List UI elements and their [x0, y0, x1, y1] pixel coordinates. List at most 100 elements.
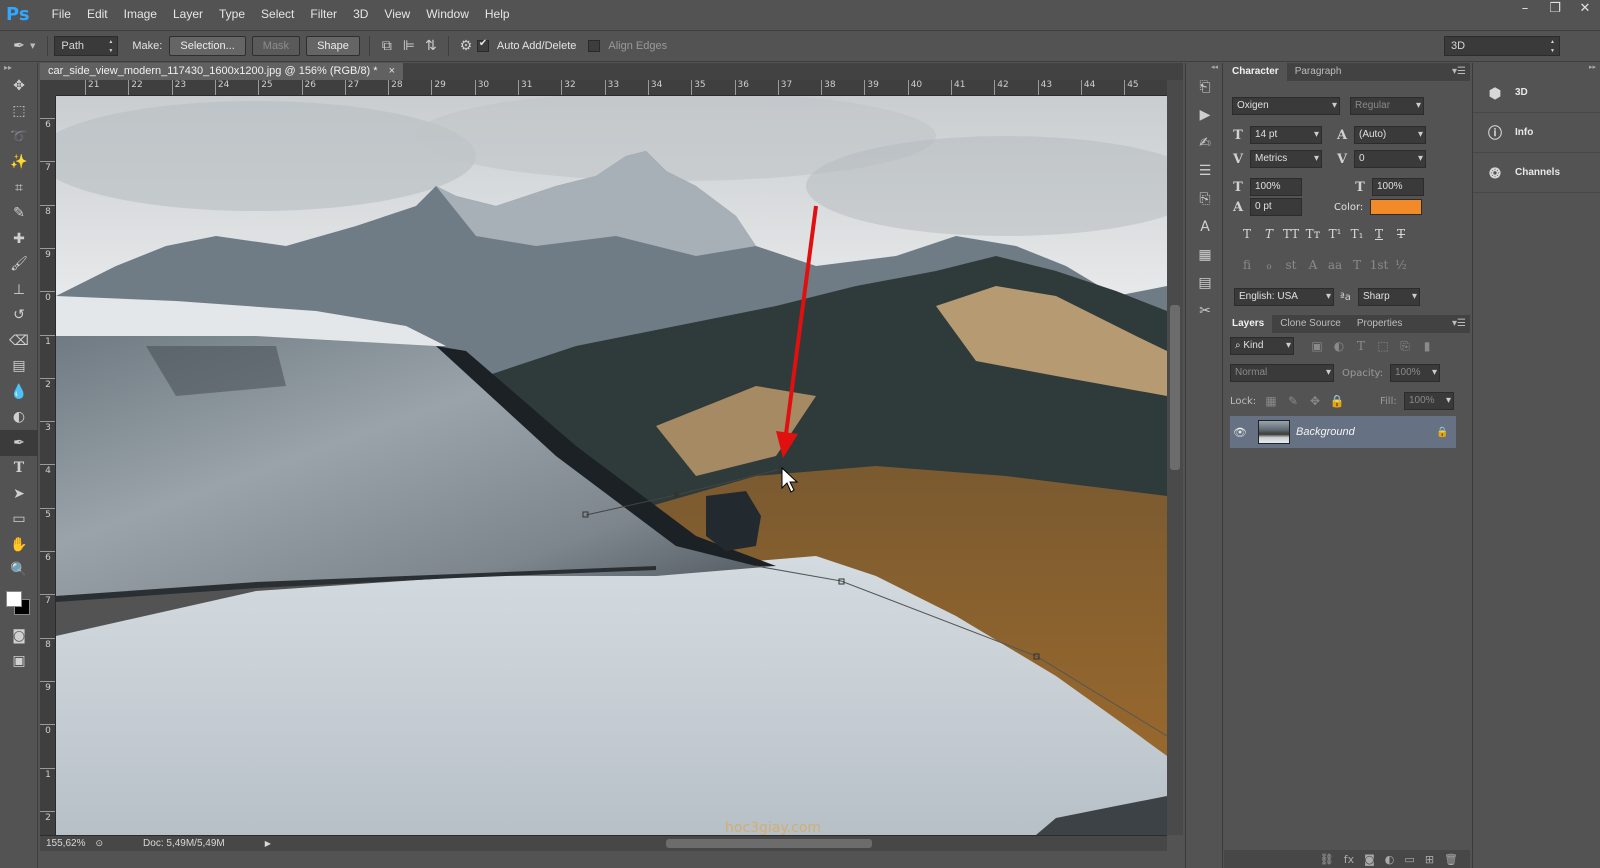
path-selection-tool-icon[interactable]: ➤: [0, 481, 38, 507]
lock-position-icon[interactable]: ✥: [1304, 394, 1326, 408]
text-color-swatch[interactable]: [1370, 199, 1422, 215]
crop-tool-icon[interactable]: ⌗: [0, 175, 38, 201]
make-shape-button[interactable]: Shape: [306, 36, 360, 56]
pen-tool-preset-icon[interactable]: ✒: [8, 35, 30, 57]
clone-source-panel-icon[interactable]: ⎘: [1186, 185, 1224, 213]
stylistic-alternates-button[interactable]: aa: [1324, 258, 1346, 272]
font-size-field[interactable]: 14 pt: [1250, 126, 1322, 144]
filter-shape-icon[interactable]: ⬚: [1372, 339, 1394, 353]
vertical-scrollbar[interactable]: [1167, 80, 1183, 835]
layer-filter-kind-dropdown[interactable]: ⌕ Kind: [1230, 337, 1294, 355]
lock-transparent-icon[interactable]: ▦: [1260, 394, 1282, 408]
status-info-icon[interactable]: ⊙: [95, 838, 103, 849]
restore-button[interactable]: ❐: [1540, 0, 1570, 20]
swash-button[interactable]: A: [1302, 258, 1324, 272]
add-mask-icon[interactable]: ◙: [1364, 853, 1375, 866]
history-panel-icon[interactable]: ⎗: [1186, 73, 1224, 101]
ruler-origin[interactable]: [40, 80, 56, 96]
hand-tool-icon[interactable]: ✋: [0, 532, 38, 558]
horizontal-scrollbar[interactable]: [290, 837, 1167, 849]
filter-adjustment-icon[interactable]: ◐: [1328, 339, 1350, 353]
discretionary-ligatures-button[interactable]: st: [1280, 258, 1302, 272]
font-style-dropdown[interactable]: Regular: [1350, 97, 1424, 115]
menu-3d[interactable]: 3D: [345, 0, 376, 28]
vertical-ruler[interactable]: 6 7 8 9 0 1 2 3 4 5 6 7 8 9 0 1 2: [40, 96, 56, 835]
tracking-field[interactable]: 0: [1354, 150, 1426, 168]
auto-add-delete-checkbox[interactable]: [476, 38, 489, 52]
menu-layer[interactable]: Layer: [165, 0, 211, 28]
tab-clone-source[interactable]: Clone Source: [1272, 315, 1349, 333]
new-group-icon[interactable]: ▭: [1404, 853, 1414, 866]
character-styles-icon[interactable]: A: [1186, 213, 1224, 241]
dock-collapse-icon[interactable]: ◂◂: [1186, 63, 1222, 73]
baseline-shift-field[interactable]: 0 pt: [1250, 198, 1302, 216]
ligatures-button[interactable]: fi: [1236, 258, 1258, 272]
kerning-field[interactable]: Metrics: [1250, 150, 1322, 168]
workspace-dropdown[interactable]: 3D: [1444, 36, 1560, 56]
menu-view[interactable]: View: [376, 0, 418, 28]
lock-image-icon[interactable]: ✎: [1282, 394, 1304, 408]
menu-edit[interactable]: Edit: [79, 0, 116, 28]
eraser-tool-icon[interactable]: ⌫: [0, 328, 38, 354]
gear-icon[interactable]: ⚙: [455, 35, 477, 57]
document-tab[interactable]: car_side_view_modern_117430_1600x1200.jp…: [40, 63, 404, 80]
clone-stamp-tool-icon[interactable]: ⊥: [0, 277, 38, 303]
gradient-tool-icon[interactable]: ▤: [0, 354, 38, 380]
eyedropper-tool-icon[interactable]: ✎: [0, 201, 38, 227]
magic-wand-tool-icon[interactable]: ✨: [0, 150, 38, 176]
faux-bold-button[interactable]: T: [1236, 227, 1258, 241]
panel-info[interactable]: ⓘ Info: [1473, 113, 1600, 153]
move-tool-icon[interactable]: ✥: [0, 73, 38, 99]
menu-image[interactable]: Image: [116, 0, 165, 28]
panel-menu-icon[interactable]: ▾☰: [1452, 63, 1466, 81]
opacity-field[interactable]: 100%: [1390, 364, 1440, 382]
type-tool-icon[interactable]: T: [0, 456, 38, 482]
tab-paragraph[interactable]: Paragraph: [1287, 63, 1350, 81]
underline-button[interactable]: T: [1368, 227, 1390, 241]
actions-panel-icon[interactable]: ▶: [1186, 101, 1224, 129]
brush-panel-icon[interactable]: ✍: [1186, 129, 1224, 157]
brush-tool-icon[interactable]: 🖌: [0, 252, 38, 278]
path-arrangement-icon[interactable]: ⇅: [420, 35, 442, 57]
horizontal-ruler[interactable]: 21 22 23 24 25 26 27 28 29 30 31 32 33 34 35 36 37 38 39 40…: [56, 80, 1167, 96]
ordinals-button[interactable]: 1st: [1368, 258, 1390, 272]
layer-row-background[interactable]: 👁 Background 🔒: [1230, 416, 1456, 448]
antialias-dropdown[interactable]: Sharp: [1358, 288, 1420, 306]
tab-character[interactable]: Character: [1224, 63, 1287, 81]
dodge-tool-icon[interactable]: ◐: [0, 405, 38, 431]
filter-toggle-icon[interactable]: ▮: [1416, 339, 1438, 353]
fractions-button[interactable]: ½: [1390, 258, 1412, 272]
close-document-icon[interactable]: ×: [389, 65, 395, 77]
menu-filter[interactable]: Filter: [302, 0, 345, 28]
link-layers-icon[interactable]: ⛓: [1320, 853, 1334, 866]
panel-channels[interactable]: ❂ Channels: [1473, 153, 1600, 193]
path-alignment-icon[interactable]: ⊫: [398, 35, 420, 57]
horizontal-scroll-thumb[interactable]: [666, 839, 872, 848]
lasso-tool-icon[interactable]: ➰: [0, 124, 38, 150]
leading-field[interactable]: (Auto): [1354, 126, 1426, 144]
tab-properties[interactable]: Properties: [1349, 315, 1411, 333]
menu-help[interactable]: Help: [477, 0, 518, 28]
subscript-button[interactable]: T₁: [1346, 227, 1368, 241]
filter-type-icon[interactable]: T: [1350, 339, 1372, 353]
make-mask-button[interactable]: Mask: [251, 36, 301, 56]
quick-mask-icon[interactable]: ◙: [0, 623, 38, 649]
healing-brush-tool-icon[interactable]: ✚: [0, 226, 38, 252]
vertical-scroll-thumb[interactable]: [1170, 305, 1180, 470]
brush-presets-icon[interactable]: ☰: [1186, 157, 1224, 185]
toolbar-collapse-icon[interactable]: ▸▸: [0, 63, 37, 73]
document-canvas[interactable]: [56, 96, 1167, 835]
blur-tool-icon[interactable]: 💧: [0, 379, 38, 405]
layer-style-icon[interactable]: fx: [1344, 853, 1354, 866]
menu-window[interactable]: Window: [418, 0, 477, 28]
foreground-color-swatch[interactable]: [6, 591, 22, 607]
horizontal-scale-field[interactable]: 100%: [1372, 178, 1424, 196]
eye-icon[interactable]: 👁: [1230, 426, 1250, 439]
paragraph-styles-icon[interactable]: ▤: [1186, 269, 1224, 297]
vertical-scale-field[interactable]: 100%: [1250, 178, 1302, 196]
layer-name[interactable]: Background: [1296, 426, 1436, 438]
font-family-dropdown[interactable]: Oxigen: [1232, 97, 1340, 115]
status-menu-arrow-icon[interactable]: ▶: [265, 839, 271, 848]
titling-alternates-button[interactable]: T: [1346, 258, 1368, 272]
filter-pixel-icon[interactable]: ▣: [1306, 339, 1328, 353]
